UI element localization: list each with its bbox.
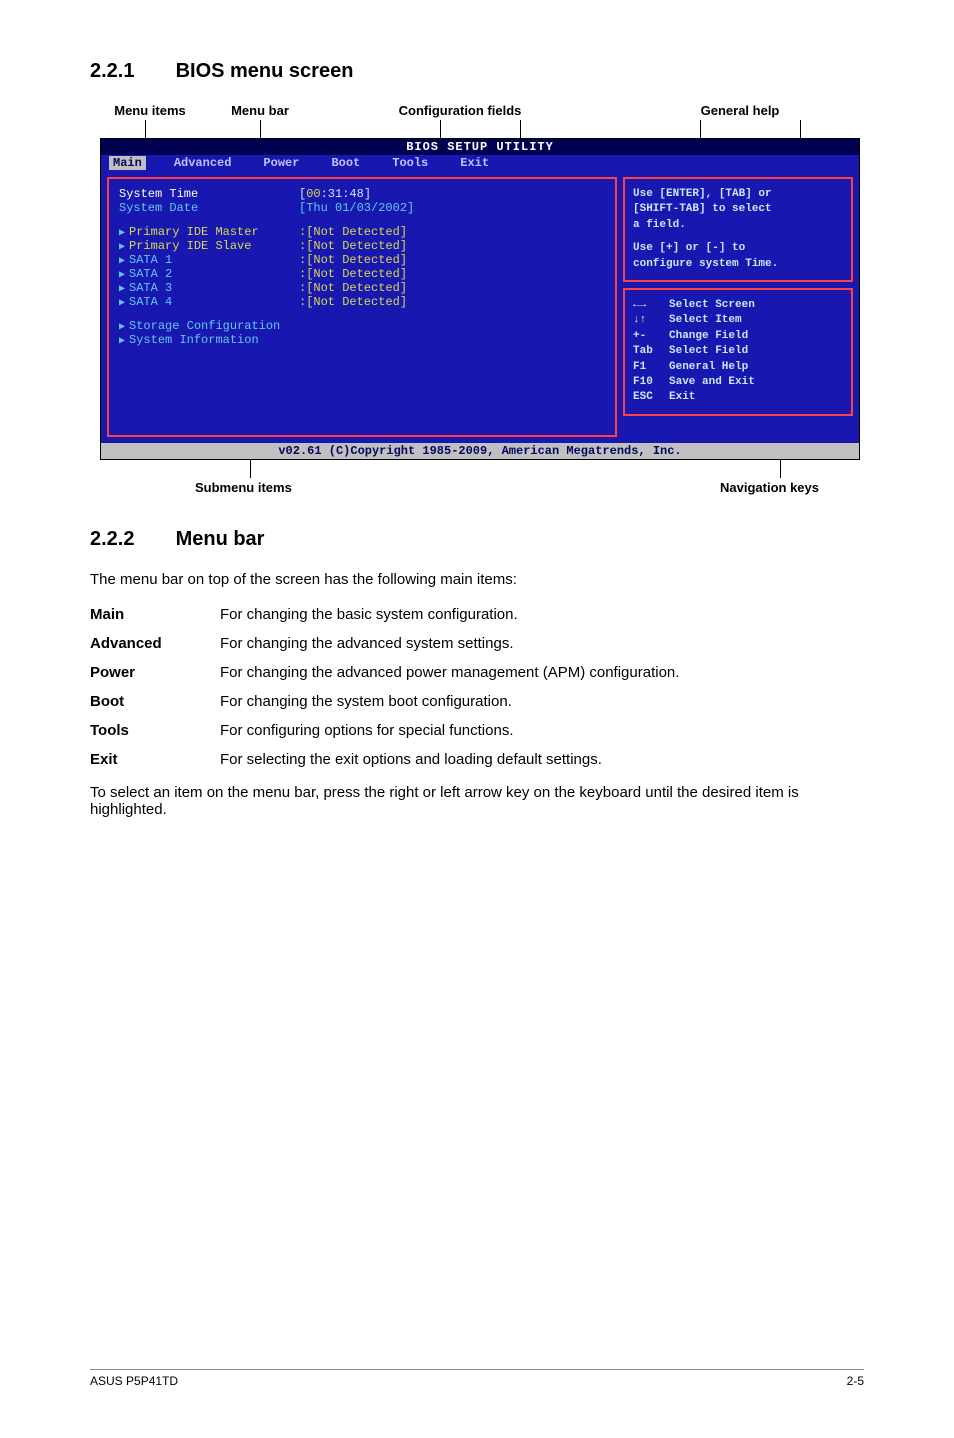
key-plus-minus: +- (633, 329, 669, 344)
bios-screenshot: BIOS SETUP UTILITY Main Advanced Power B… (100, 138, 860, 460)
bios-right-panel: Use [ENTER], [TAB] or [SHIFT-TAB] to sel… (623, 177, 853, 437)
key-f1: F1 (633, 360, 669, 375)
section-2-2-1-heading: 2.2.1 BIOS menu screen (90, 60, 864, 83)
row-primary-ide-master[interactable]: ▶Primary IDE Master :[Not Detected] (119, 225, 605, 239)
bios-menu-bar: Main Advanced Power Boot Tools Exit (101, 155, 859, 171)
top-connector-lines (100, 120, 864, 138)
bios-left-panel: System Time [00:31:48] System Date [Thu … (107, 177, 617, 437)
key-esc: ESC (633, 390, 669, 405)
bios-tab-advanced[interactable]: Advanced (170, 156, 236, 170)
bios-help-top: Use [ENTER], [TAB] or [SHIFT-TAB] to sel… (623, 177, 853, 282)
bios-tab-main[interactable]: Main (109, 156, 146, 170)
row-system-time[interactable]: System Time [00:31:48] (119, 187, 605, 201)
triangle-icon: ▶ (119, 298, 125, 309)
label-submenu-items: Submenu items (195, 480, 292, 495)
triangle-icon: ▶ (119, 284, 125, 295)
system-date-label: System Date (119, 201, 299, 215)
bottom-callout-labels: Submenu items Navigation keys (100, 460, 864, 500)
bios-help-keys: ←→Select Screen ↓↑Select Item +-Change F… (623, 288, 853, 416)
triangle-icon: ▶ (119, 336, 125, 347)
label-general-help: General help (640, 103, 840, 118)
def-row-main: Main For changing the basic system confi… (90, 600, 864, 629)
system-date-value: [Thu 01/03/2002] (299, 201, 414, 215)
label-menu-items: Menu items (100, 103, 200, 118)
label-navigation-keys: Navigation keys (720, 480, 819, 495)
triangle-icon: ▶ (119, 242, 125, 253)
row-system-date[interactable]: System Date [Thu 01/03/2002] (119, 201, 605, 215)
row-sata-4[interactable]: ▶SATA 4 :[Not Detected] (119, 295, 605, 309)
top-callout-labels: Menu items Menu bar Configuration fields… (100, 103, 864, 118)
row-sata-2[interactable]: ▶SATA 2 :[Not Detected] (119, 267, 605, 281)
bios-tab-exit[interactable]: Exit (456, 156, 493, 170)
heading-title: Menu bar (176, 528, 265, 550)
def-row-tools: Tools For configuring options for specia… (90, 716, 864, 745)
def-row-advanced: Advanced For changing the advanced syste… (90, 629, 864, 658)
footer-right: 2-5 (847, 1374, 864, 1388)
triangle-icon: ▶ (119, 322, 125, 333)
system-time-label: System Time (119, 187, 299, 201)
def-row-exit: Exit For selecting the exit options and … (90, 745, 864, 774)
footer-left: ASUS P5P41TD (90, 1374, 178, 1388)
label-menu-bar: Menu bar (200, 103, 320, 118)
row-sata-3[interactable]: ▶SATA 3 :[Not Detected] (119, 281, 605, 295)
menubar-outro-text: To select an item on the menu bar, press… (90, 784, 864, 818)
heading-number: 2.2.2 (90, 528, 170, 551)
bios-tab-boot[interactable]: Boot (327, 156, 364, 170)
key-tab: Tab (633, 344, 669, 359)
page-footer: ASUS P5P41TD 2-5 (90, 1369, 864, 1388)
system-time-value: [00:31:48] (299, 187, 371, 201)
heading-title: BIOS menu screen (176, 60, 354, 82)
bios-tab-power[interactable]: Power (259, 156, 303, 170)
bios-footer: v02.61 (C)Copyright 1985-2009, American … (101, 443, 859, 459)
def-row-boot: Boot For changing the system boot config… (90, 687, 864, 716)
menubar-intro-text: The menu bar on top of the screen has th… (90, 571, 864, 588)
key-f10: F10 (633, 375, 669, 390)
label-config-fields: Configuration fields (340, 103, 580, 118)
menubar-definitions: Main For changing the basic system confi… (90, 600, 864, 774)
bios-tab-tools[interactable]: Tools (388, 156, 432, 170)
row-sata-1[interactable]: ▶SATA 1 :[Not Detected] (119, 253, 605, 267)
heading-number: 2.2.1 (90, 60, 170, 83)
key-arrows-ud: ↓↑ (633, 313, 669, 328)
row-system-information[interactable]: ▶System Information (119, 333, 605, 347)
def-row-power: Power For changing the advanced power ma… (90, 658, 864, 687)
triangle-icon: ▶ (119, 228, 125, 239)
row-primary-ide-slave[interactable]: ▶Primary IDE Slave :[Not Detected] (119, 239, 605, 253)
row-storage-configuration[interactable]: ▶Storage Configuration (119, 319, 605, 333)
bios-title-bar: BIOS SETUP UTILITY (101, 139, 859, 155)
triangle-icon: ▶ (119, 270, 125, 281)
triangle-icon: ▶ (119, 256, 125, 267)
section-2-2-2-heading: 2.2.2 Menu bar (90, 528, 864, 551)
key-arrows-lr: ←→ (633, 298, 669, 313)
